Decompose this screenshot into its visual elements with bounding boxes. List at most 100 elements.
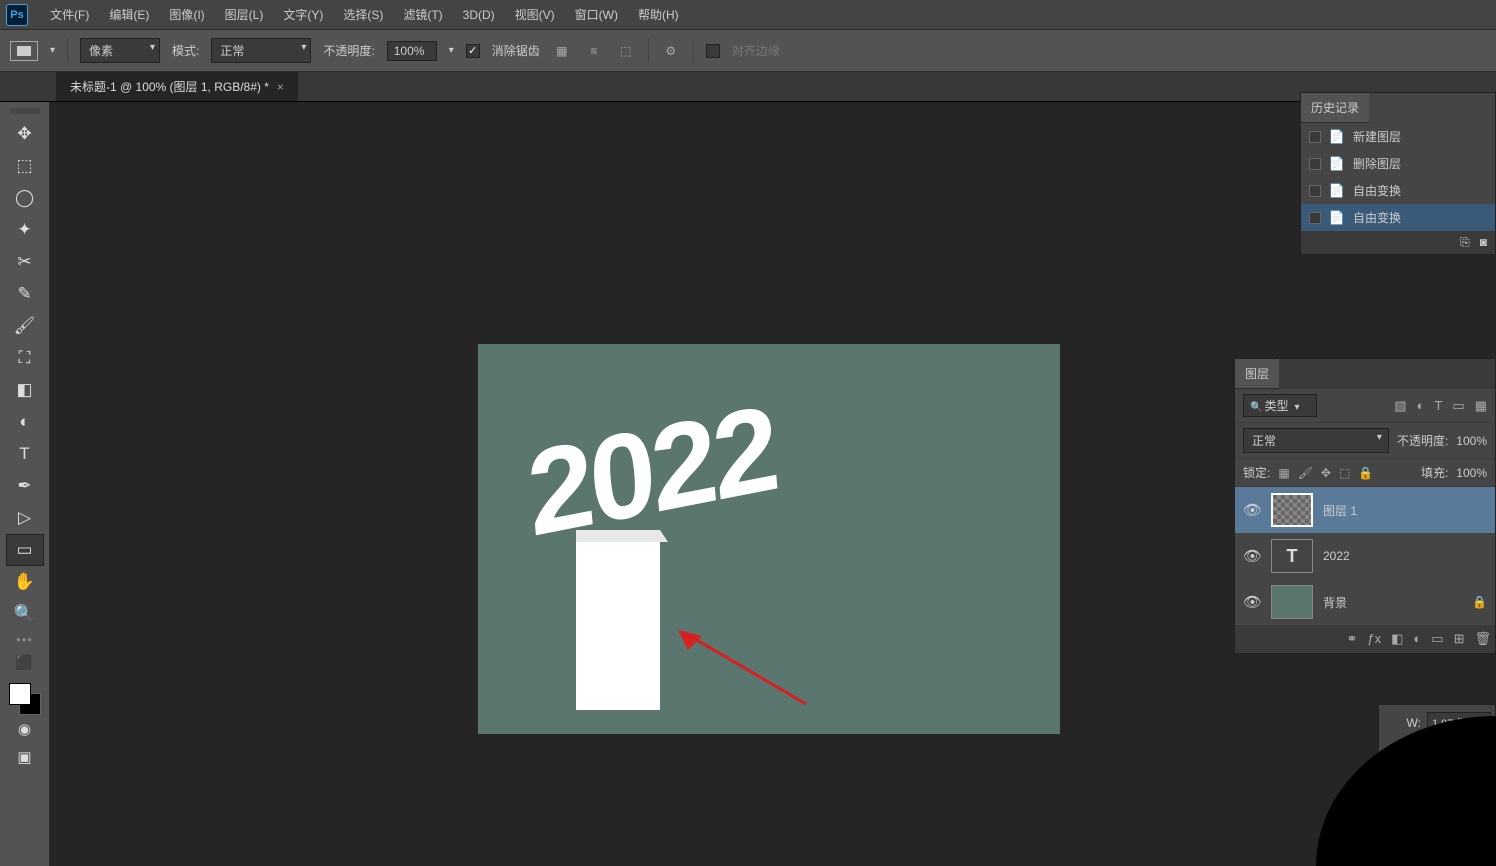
gradient-tool[interactable]: ◐ [6, 406, 44, 438]
new-snapshot-icon[interactable]: ⎘ [1460, 235, 1470, 250]
layer-thumbnail-text[interactable]: T [1271, 539, 1313, 573]
document-tab[interactable]: 未标题-1 @ 100% (图层 1, RGB/8#) * × [56, 72, 298, 101]
blend-mode-dropdown[interactable]: 正常 [1243, 428, 1389, 453]
align-edges-label: 对齐边缘 [732, 42, 780, 59]
tool-preset-icon[interactable] [10, 41, 38, 61]
layer-item[interactable]: 👁 背景 🔒 [1235, 579, 1495, 625]
eyedropper-tool[interactable]: ✎ [6, 278, 44, 310]
group-icon[interactable]: ▭ [1431, 631, 1443, 647]
lock-all-icon[interactable]: 🔒 [1358, 466, 1373, 480]
wand-tool[interactable]: ✦ [6, 214, 44, 246]
lasso-tool[interactable]: ◯ [6, 182, 44, 214]
menu-3d[interactable]: 3D(D) [453, 4, 505, 26]
history-tab[interactable]: 历史记录 [1301, 93, 1369, 123]
menu-layer[interactable]: 图层(L) [215, 2, 274, 27]
trash-icon[interactable]: 🗑 [1474, 631, 1491, 647]
stack-icon[interactable]: ⬚ [616, 41, 636, 61]
history-check-icon [1309, 131, 1321, 143]
quickmask-tool[interactable]: ◉ [6, 715, 44, 743]
filter-shape-icon[interactable]: ▭ [1452, 398, 1464, 414]
fill-label: 填充: [1421, 464, 1448, 481]
lock-position-icon[interactable]: ✥ [1321, 466, 1331, 480]
fx-icon[interactable]: ƒx [1367, 631, 1381, 647]
visibility-icon[interactable]: 👁 [1243, 593, 1261, 611]
layer-opacity-value[interactable]: 100% [1456, 434, 1487, 448]
layer-thumbnail-bg[interactable] [1271, 585, 1313, 619]
menu-image[interactable]: 图像(I) [159, 2, 214, 27]
grip-icon[interactable] [10, 108, 40, 114]
layer-item[interactable]: 👁 图层 1 [1235, 487, 1495, 533]
canvas-shape-block [576, 542, 660, 710]
align-icon[interactable]: ≡ [584, 41, 604, 61]
document-icon: 📄 [1329, 183, 1345, 199]
layer-item[interactable]: 👁 T 2022 [1235, 533, 1495, 579]
align-edges-checkbox[interactable] [706, 44, 720, 58]
mask-icon[interactable]: ◧ [1391, 631, 1403, 647]
rectangle-tool[interactable]: ▭ [6, 534, 44, 566]
path-select-tool[interactable]: ▷ [6, 502, 44, 534]
menu-filter[interactable]: 滤镜(T) [393, 2, 452, 27]
opacity-label: 不透明度: [323, 42, 374, 59]
lock-transparent-icon[interactable]: ▦ [1278, 466, 1289, 480]
layer-filter-dropdown[interactable]: 类型 [1243, 394, 1317, 417]
menu-edit[interactable]: 编辑(E) [99, 2, 159, 27]
crop-tool[interactable]: ✂ [6, 246, 44, 278]
artboard[interactable]: 2022 [478, 344, 1060, 734]
layers-tab[interactable]: 图层 [1235, 359, 1279, 389]
antialias-checkbox[interactable] [466, 44, 480, 58]
screenmode-tool[interactable]: ▣ [6, 743, 44, 771]
fill-value[interactable]: 100% [1456, 466, 1487, 480]
width-label: W: [1407, 716, 1421, 730]
lock-artboard-icon[interactable]: ⬚ [1339, 466, 1350, 480]
camera-icon[interactable]: ◙ [1480, 235, 1487, 250]
more-tools-icon[interactable]: ••• [16, 630, 33, 649]
chevron-down-icon[interactable]: ▾ [50, 45, 55, 56]
default-colors-icon[interactable]: ⬛ [6, 649, 44, 677]
filter-smart-icon[interactable]: ▦ [1475, 398, 1487, 414]
layer-thumbnail[interactable] [1271, 493, 1313, 527]
history-item[interactable]: 📄 自由变换 [1301, 204, 1495, 231]
move-tool[interactable]: ✥ [6, 118, 44, 150]
visibility-icon[interactable]: 👁 [1243, 501, 1261, 519]
document-icon: 📄 [1329, 129, 1345, 145]
visibility-icon[interactable]: 👁 [1243, 547, 1261, 565]
history-label: 删除图层 [1353, 155, 1401, 172]
type-tool[interactable]: T [6, 438, 44, 470]
menu-help[interactable]: 帮助(H) [628, 2, 689, 27]
stamp-tool[interactable]: ⛶ [6, 342, 44, 374]
menu-file[interactable]: 文件(F) [40, 2, 99, 27]
filter-type-icon[interactable]: T [1434, 398, 1442, 414]
close-icon[interactable]: × [277, 80, 284, 94]
hand-tool[interactable]: ✋ [6, 566, 44, 598]
foreground-swatch[interactable] [9, 683, 31, 705]
filter-pixel-icon[interactable]: ▧ [1394, 398, 1406, 414]
link-icon[interactable]: ⚭ [1346, 631, 1357, 647]
lock-pixels-icon[interactable]: 🖌 [1298, 466, 1313, 480]
marquee-tool[interactable]: ⬚ [6, 150, 44, 182]
unit-dropdown[interactable]: 像素 [80, 38, 160, 63]
filter-adjust-icon[interactable]: ◐ [1417, 398, 1425, 414]
menu-type[interactable]: 文字(Y) [273, 2, 333, 27]
pen-tool[interactable]: ✒ [6, 470, 44, 502]
chevron-down-icon[interactable]: ▾ [449, 45, 454, 56]
mode-dropdown[interactable]: 正常 [211, 38, 311, 63]
adjustment-icon[interactable]: ◐ [1413, 631, 1421, 647]
history-panel: 历史记录 📄 新建图层 📄 删除图层 📄 自由变换 📄 自由变换 ⎘ ◙ [1300, 92, 1496, 255]
menu-view[interactable]: 视图(V) [505, 2, 565, 27]
color-swatches[interactable] [9, 683, 41, 715]
style-icon[interactable]: ▦ [552, 41, 572, 61]
antialias-label: 消除锯齿 [492, 42, 540, 59]
eraser-tool[interactable]: ◧ [6, 374, 44, 406]
menu-select[interactable]: 选择(S) [333, 2, 393, 27]
menu-window[interactable]: 窗口(W) [565, 2, 628, 27]
zoom-tool[interactable]: 🔍 [6, 598, 44, 630]
history-item[interactable]: 📄 删除图层 [1301, 150, 1495, 177]
gear-icon[interactable]: ⚙ [661, 41, 681, 61]
mode-label: 模式: [172, 42, 199, 59]
options-bar: ▾ 像素 模式: 正常 不透明度: 100% ▾ 消除锯齿 ▦ ≡ ⬚ ⚙ 对齐… [0, 30, 1496, 72]
history-item[interactable]: 📄 新建图层 [1301, 123, 1495, 150]
opacity-input[interactable]: 100% [387, 41, 437, 61]
history-item[interactable]: 📄 自由变换 [1301, 177, 1495, 204]
new-layer-icon[interactable]: ⊞ [1454, 631, 1465, 647]
brush-tool[interactable]: 🖌 [6, 310, 44, 342]
